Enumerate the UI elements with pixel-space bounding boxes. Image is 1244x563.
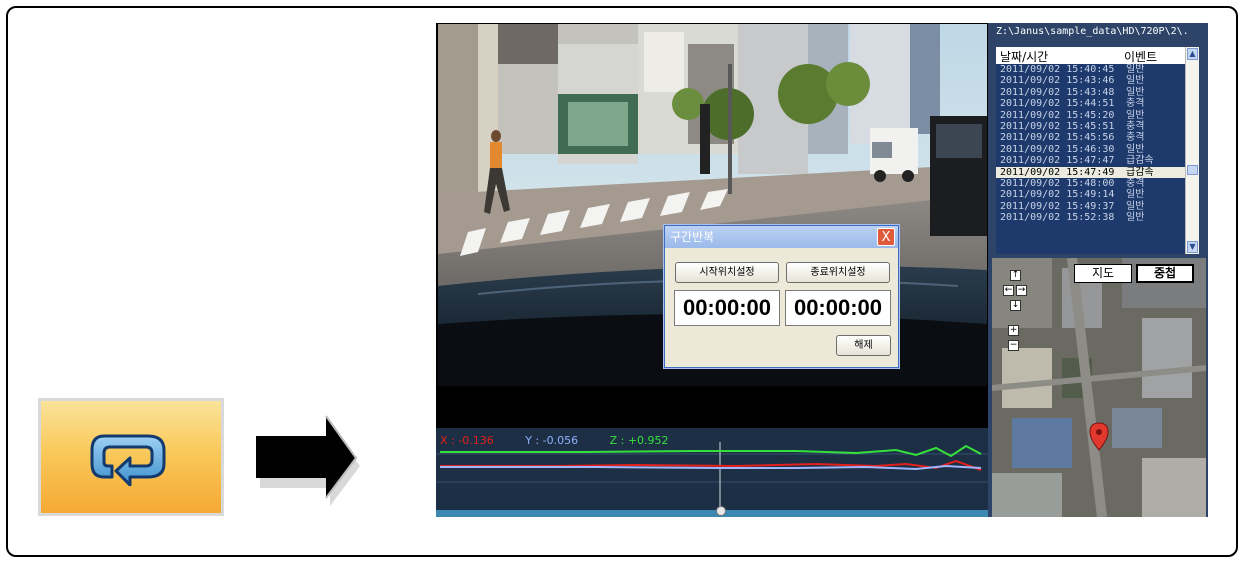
overlay-view-button[interactable]: 중첩: [1136, 264, 1194, 283]
release-button[interactable]: 해제: [836, 335, 891, 356]
event-datetime: 2011/09/02 15:45:56: [1000, 132, 1115, 144]
event-type: 일반: [1126, 75, 1145, 87]
event-datetime: 2011/09/02 15:45:51: [1000, 120, 1115, 132]
scroll-thumb[interactable]: [1187, 165, 1198, 175]
event-list-row[interactable]: 2011/09/02 15:40:45 일반: [996, 64, 1185, 75]
column-header-datetime[interactable]: 날짜/시간: [1000, 48, 1048, 65]
event-list-row[interactable]: 2011/09/02 15:47:47 급감속: [996, 155, 1185, 166]
event-type: 일반: [1126, 212, 1145, 224]
event-type: 일반: [1126, 200, 1145, 212]
event-type: 충격: [1126, 98, 1145, 110]
g-sensor-graph: X : -0.136 Y : -0.056 Z : +0.952: [436, 428, 988, 510]
event-datetime: 2011/09/02 15:47:49: [1000, 166, 1115, 178]
event-type: 충격: [1126, 177, 1145, 189]
end-time-display: 00:00:00: [785, 290, 891, 326]
event-datetime: 2011/09/02 15:52:38: [1000, 212, 1115, 224]
event-list-row[interactable]: 2011/09/02 15:46:30 일반: [996, 144, 1185, 155]
satellite-map[interactable]: [992, 258, 1206, 517]
event-datetime: 2011/09/02 15:48:00: [1000, 177, 1115, 189]
event-list-row[interactable]: 2011/09/02 15:45:56 충격: [996, 132, 1185, 143]
x-readout: X : -0.136: [440, 434, 494, 447]
column-header-event[interactable]: 이벤트: [1124, 48, 1157, 65]
event-datetime: 2011/09/02 15:45:20: [1000, 109, 1115, 121]
scroll-down-icon[interactable]: ▼: [1187, 241, 1198, 253]
section-repeat-dialog: 구간반복 X 시작위치설정 종료위치설정 00:00:00 00:00:00 해…: [664, 225, 899, 368]
event-datetime: 2011/09/02 15:44:51: [1000, 98, 1115, 110]
event-type: 급감속: [1126, 155, 1154, 167]
event-datetime: 2011/09/02 15:47:47: [1000, 155, 1115, 167]
pan-right-icon[interactable]: →: [1016, 285, 1027, 296]
timeline-bar[interactable]: [436, 506, 988, 517]
pan-left-icon[interactable]: ←: [1003, 285, 1014, 296]
event-datetime: 2011/09/02 15:46:30: [1000, 143, 1115, 155]
event-list-row[interactable]: 2011/09/02 15:43:46 일반: [996, 75, 1185, 86]
event-list-header: 날짜/시간 이벤트: [996, 47, 1185, 64]
dialog-title: 구간반복: [670, 230, 715, 244]
pan-up-icon[interactable]: ↑: [1010, 270, 1021, 281]
event-type: 충격: [1126, 120, 1145, 132]
event-datetime: 2011/09/02 15:49:14: [1000, 189, 1115, 201]
zoom-in-icon[interactable]: +: [1008, 325, 1019, 336]
event-list[interactable]: 2011/09/02 15:40:45 일반 2011/09/02 15:43:46…: [996, 64, 1185, 254]
z-readout: Z : +0.952: [609, 434, 669, 447]
y-readout: Y : -0.056: [525, 434, 579, 447]
set-end-button[interactable]: 종료위치설정: [786, 262, 890, 283]
event-datetime: 2011/09/02 15:43:48: [1000, 86, 1115, 98]
event-list-row[interactable]: 2011/09/02 15:52:38 일반: [996, 212, 1185, 223]
map-view-button[interactable]: 지도: [1074, 264, 1132, 283]
event-list-row[interactable]: 2011/09/02 15:49:14 일반: [996, 189, 1185, 200]
event-list-scrollbar[interactable]: ▲ ▼: [1185, 47, 1199, 254]
event-datetime: 2011/09/02 15:40:45: [1000, 64, 1115, 75]
event-type: 충격: [1126, 132, 1145, 144]
timeline-handle[interactable]: [716, 506, 726, 516]
event-type: 급감속: [1126, 166, 1154, 178]
repeat-icon: [90, 434, 166, 486]
event-list-row[interactable]: 2011/09/02 15:49:37 일반: [996, 201, 1185, 212]
close-icon[interactable]: X: [877, 228, 895, 246]
right-arrow-icon: [256, 415, 360, 506]
start-time-display: 00:00:00: [674, 290, 780, 326]
event-list-row[interactable]: 2011/09/02 15:47:49 급감속: [996, 166, 1185, 178]
scroll-up-icon[interactable]: ▲: [1187, 48, 1198, 60]
pan-down-icon[interactable]: ↓: [1010, 300, 1021, 311]
video-spacer: [436, 388, 988, 428]
file-path: Z:\Janus\sample_data\HD\720P\2\...: [996, 26, 1189, 37]
event-list-row[interactable]: 2011/09/02 15:43:48 일반: [996, 87, 1185, 98]
event-list-row[interactable]: 2011/09/02 15:48:00 충격: [996, 178, 1185, 189]
event-datetime: 2011/09/02 15:49:37: [1000, 200, 1115, 212]
event-list-row[interactable]: 2011/09/02 15:45:51 충격: [996, 121, 1185, 132]
set-start-button[interactable]: 시작위치설정: [675, 262, 779, 283]
dialog-title-bar[interactable]: 구간반복 X: [665, 226, 898, 248]
event-list-row[interactable]: 2011/09/02 15:44:51 충격: [996, 98, 1185, 109]
event-datetime: 2011/09/02 15:43:46: [1000, 75, 1115, 87]
zoom-out-icon[interactable]: −: [1008, 340, 1019, 351]
repeat-button[interactable]: [38, 398, 224, 516]
event-type: 일반: [1126, 64, 1145, 75]
event-type: 일반: [1126, 109, 1145, 121]
event-type: 일반: [1126, 189, 1145, 201]
event-type: 일반: [1126, 86, 1145, 98]
event-list-row[interactable]: 2011/09/02 15:45:20 일반: [996, 110, 1185, 121]
event-type: 일반: [1126, 143, 1145, 155]
